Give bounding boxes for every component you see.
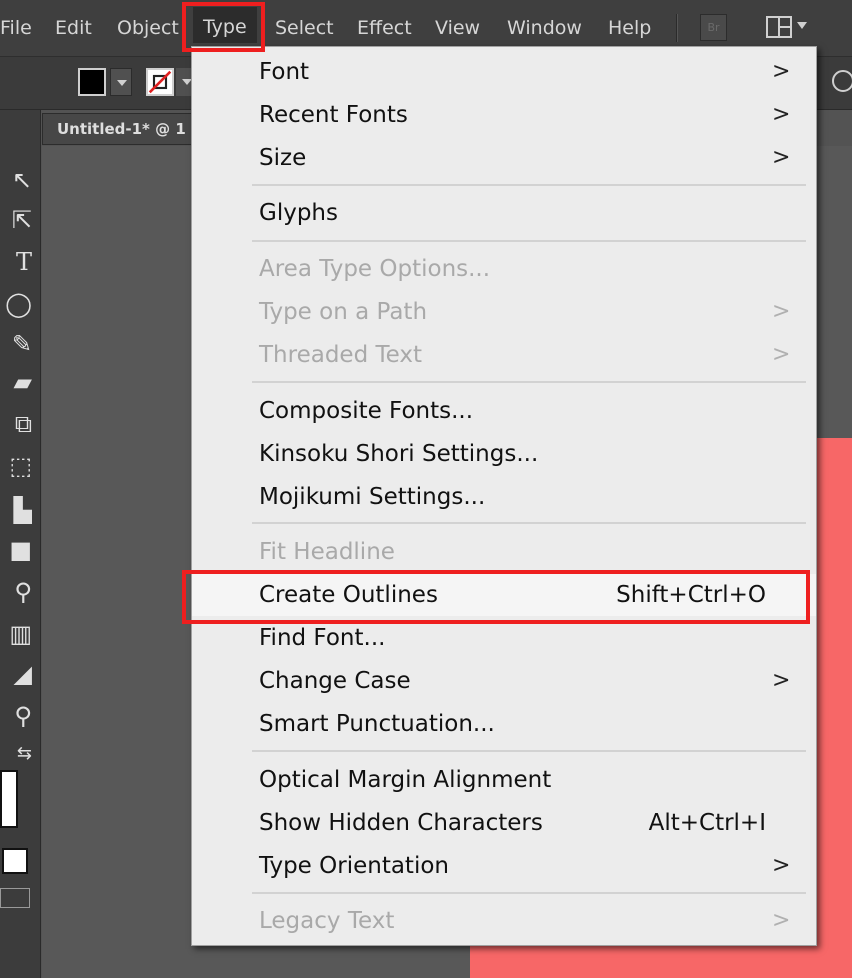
menu-item-optical-margin-alignment[interactable]: Optical Margin Alignment (192, 759, 816, 801)
menu-separator (252, 522, 806, 524)
menu-item-label: Show Hidden Characters (259, 810, 543, 836)
eraser-icon[interactable]: ▰ (0, 368, 32, 396)
menu-item-font[interactable]: Font > (192, 51, 816, 93)
stroke-fill-indicator[interactable] (0, 770, 18, 828)
menu-item-type-orientation[interactable]: Type Orientation > (192, 845, 816, 887)
bridge-button[interactable]: Br (700, 14, 727, 41)
menu-file[interactable]: File (0, 14, 32, 42)
menu-item-label: Type Orientation (259, 853, 449, 879)
chevron-right-icon: > (772, 145, 791, 170)
menu-item-shortcut: Shift+Ctrl+O (616, 582, 766, 608)
menu-item-label: Type on a Path (259, 299, 428, 325)
menu-item-shortcut: Alt+Ctrl+I (648, 810, 766, 836)
none-swatch[interactable] (2, 848, 28, 874)
menu-item-label: Kinsoku Shori Settings... (259, 441, 539, 467)
menu-separator (252, 381, 806, 383)
menu-item-fit-headline: Fit Headline (192, 531, 816, 573)
eyedropper-icon[interactable]: ⚲ (0, 578, 32, 606)
menu-item-label: Composite Fonts... (259, 398, 474, 424)
chevron-right-icon: > (772, 299, 791, 324)
menu-object[interactable]: Object (117, 14, 179, 42)
menu-item-show-hidden-characters[interactable]: Show Hidden Characters Alt+Ctrl+I (192, 802, 816, 844)
menubar-divider (676, 14, 678, 42)
column-graph-icon[interactable]: ▥ (0, 620, 32, 648)
menu-item-label: Create Outlines (259, 582, 438, 608)
menu-edit[interactable]: Edit (55, 14, 92, 42)
workspace-switcher-button[interactable] (764, 14, 810, 42)
menu-effect[interactable]: Effect (357, 14, 412, 42)
menu-item-mojikumi-settings[interactable]: Mojikumi Settings... (192, 476, 816, 518)
chevron-right-icon: > (772, 853, 791, 878)
menu-item-legacy-text: Legacy Text > (192, 900, 816, 942)
scale-icon[interactable]: ⧉ (0, 410, 32, 438)
menu-item-label: Mojikumi Settings... (259, 484, 486, 510)
chevron-right-icon: > (772, 59, 791, 84)
stroke-dropdown-button[interactable] (176, 68, 192, 96)
menu-item-label: Size (259, 145, 307, 171)
menu-separator (252, 750, 806, 752)
draw-mode-icon[interactable] (0, 888, 30, 908)
menu-type[interactable]: Type (193, 7, 257, 43)
menu-item-label: Fit Headline (259, 539, 395, 565)
document-tab[interactable]: Untitled-1* @ 1 (42, 113, 202, 145)
fill-dropdown-button[interactable] (110, 68, 132, 96)
recolor-icon[interactable] (832, 70, 852, 92)
chevron-right-icon: > (772, 908, 791, 933)
menu-item-label: Recent Fonts (259, 102, 408, 128)
menu-item-label: Optical Margin Alignment (259, 767, 552, 793)
chevron-right-icon: > (772, 668, 791, 693)
menu-item-label: Change Case (259, 668, 411, 694)
menu-view[interactable]: View (435, 14, 480, 42)
direct-selection-icon[interactable]: ⇱ (0, 206, 32, 234)
chevron-down-icon (797, 22, 807, 29)
swap-icon[interactable]: ⇆ (0, 740, 32, 768)
zoom-icon[interactable]: ⚲ (0, 702, 32, 730)
fill-color-swatch[interactable] (78, 68, 106, 96)
menu-item-label: Area Type Options... (259, 256, 491, 282)
pencil-icon[interactable]: ✎ (0, 330, 32, 358)
menu-window[interactable]: Window (507, 14, 582, 42)
free-transform-icon[interactable]: ⬚ (0, 452, 32, 480)
menu-item-composite-fonts[interactable]: Composite Fonts... (192, 390, 816, 432)
chevron-right-icon: > (772, 102, 791, 127)
menu-item-size[interactable]: Size > (192, 137, 816, 179)
menu-separator (252, 184, 806, 186)
menu-help[interactable]: Help (608, 14, 651, 42)
menu-item-kinsoku-shori-settings[interactable]: Kinsoku Shori Settings... (192, 433, 816, 475)
menu-item-threaded-text: Threaded Text > (192, 334, 816, 376)
menu-separator (252, 240, 806, 242)
menu-item-smart-punctuation[interactable]: Smart Punctuation... (192, 703, 816, 745)
menu-item-label: Glyphs (259, 200, 338, 226)
menu-item-recent-fonts[interactable]: Recent Fonts > (192, 94, 816, 136)
gradient-icon[interactable]: ■ (0, 536, 32, 564)
menu-item-label: Threaded Text (259, 342, 422, 368)
menu-item-label: Legacy Text (259, 908, 395, 934)
menu-item-change-case[interactable]: Change Case > (192, 660, 816, 702)
menu-item-glyphs[interactable]: Glyphs (192, 192, 816, 234)
menu-item-label: Smart Punctuation... (259, 711, 495, 737)
paint-bucket-icon[interactable]: ◢ (0, 660, 32, 688)
graph-icon[interactable]: ▙ (0, 496, 32, 524)
type-menu: Font > Recent Fonts > Size > Glyphs Area… (191, 46, 817, 946)
menu-item-label: Find Font... (259, 625, 386, 651)
menu-select[interactable]: Select (275, 14, 334, 42)
menu-item-create-outlines[interactable]: Create Outlines Shift+Ctrl+O (192, 574, 816, 616)
selection-icon[interactable]: ↖ (0, 166, 32, 194)
menu-item-area-type-options: Area Type Options... (192, 248, 816, 290)
menu-item-type-on-a-path: Type on a Path > (192, 291, 816, 333)
menu-item-find-font[interactable]: Find Font... (192, 617, 816, 659)
ellipse-icon[interactable]: ◯ (0, 290, 32, 318)
type-icon[interactable]: T (0, 248, 32, 276)
stroke-color-swatch[interactable] (146, 68, 174, 96)
menu-separator (252, 892, 806, 894)
chevron-right-icon: > (772, 342, 791, 367)
tools-panel: ↖ ⇱ T ◯ ✎ ▰ ⧉ ⬚ ▙ ■ ⚲ ▥ ◢ ⚲ ⇆ (0, 110, 41, 978)
menu-item-label: Font (259, 59, 310, 85)
workspace-layout-icon (766, 16, 792, 38)
